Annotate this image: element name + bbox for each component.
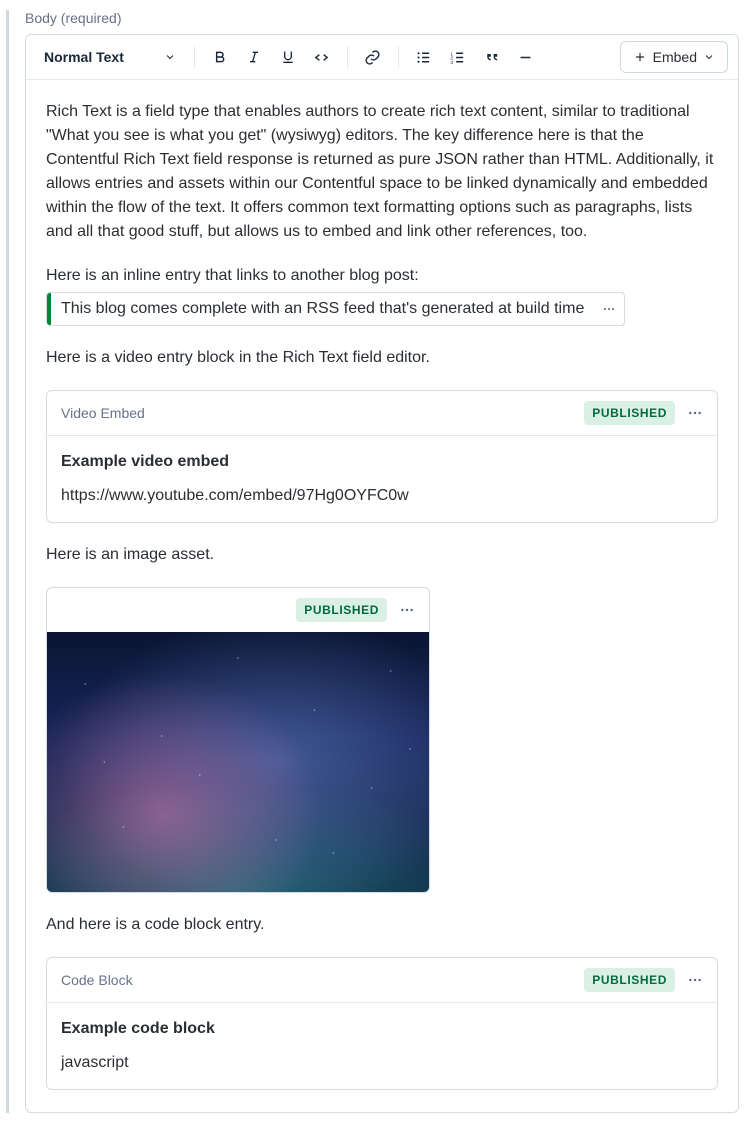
block-actions[interactable] (687, 972, 703, 988)
paragraph[interactable]: Rich Text is a field type that enables a… (46, 100, 718, 244)
image-asset-block[interactable]: PUBLISHED (46, 587, 430, 893)
status-badge: PUBLISHED (584, 968, 675, 992)
ellipsis-icon (687, 405, 703, 421)
block-url: https://www.youtube.com/embed/97Hg0OYFC0… (61, 484, 703, 508)
field-label: Body (required) (25, 10, 739, 26)
paragraph[interactable]: And here is a code block entry. (46, 913, 718, 937)
rich-text-editor: Normal Text (25, 34, 739, 1113)
list-ul-icon (415, 49, 432, 66)
block-type-label: Video Embed (61, 403, 145, 424)
chevron-down-icon (164, 51, 176, 63)
italic-icon (246, 49, 262, 65)
svg-text:3: 3 (451, 59, 454, 65)
paragraph[interactable]: Here is an inline entry that links to an… (46, 264, 718, 288)
ellipsis-icon (687, 972, 703, 988)
video-embed-block[interactable]: Video Embed PUBLISHED Example video embe… (46, 390, 718, 523)
ordered-list-button[interactable]: 123 (443, 42, 473, 72)
inline-entry-actions[interactable] (594, 293, 624, 325)
link-icon (364, 49, 381, 66)
quote-button[interactable] (477, 42, 507, 72)
paragraph[interactable]: Here is a video entry block in the Rich … (46, 346, 718, 370)
ellipsis-icon (602, 302, 616, 316)
ellipsis-icon (399, 602, 415, 618)
link-button[interactable] (358, 42, 388, 72)
asset-image (47, 632, 429, 892)
block-body: Example code block javascript (47, 1003, 717, 1089)
toolbar-separator (194, 46, 195, 68)
hr-button[interactable] (511, 42, 541, 72)
italic-button[interactable] (239, 42, 269, 72)
code-icon (313, 49, 330, 66)
block-header: PUBLISHED (47, 588, 429, 632)
bold-button[interactable] (205, 42, 235, 72)
block-header: Video Embed PUBLISHED (47, 391, 717, 436)
embed-label: Embed (653, 49, 697, 65)
minus-icon (517, 49, 534, 66)
quote-icon (483, 49, 500, 66)
block-header: Code Block PUBLISHED (47, 958, 717, 1003)
inline-entry[interactable]: This blog comes complete with an RSS fee… (46, 292, 625, 326)
paragraph[interactable]: Here is an image asset. (46, 543, 718, 567)
editor-toolbar: Normal Text (26, 35, 738, 80)
block-actions[interactable] (687, 405, 703, 421)
code-button[interactable] (307, 42, 337, 72)
list-ol-icon: 123 (449, 49, 466, 66)
plus-icon (633, 50, 647, 64)
toolbar-separator (347, 46, 348, 68)
text-format-select[interactable]: Normal Text (36, 45, 184, 69)
inline-entry-text: This blog comes complete with an RSS fee… (51, 293, 594, 325)
block-title: Example video embed (61, 450, 703, 474)
field-body: Body (required) Normal Text (6, 10, 739, 1113)
status-badge: PUBLISHED (584, 401, 675, 425)
block-type-label: Code Block (61, 970, 133, 991)
status-badge: PUBLISHED (296, 598, 387, 622)
editor-content[interactable]: Rich Text is a field type that enables a… (26, 80, 738, 1112)
chevron-down-icon (703, 51, 715, 63)
underline-icon (280, 49, 296, 65)
block-body: Example video embed https://www.youtube.… (47, 436, 717, 522)
code-block[interactable]: Code Block PUBLISHED Example code block … (46, 957, 718, 1090)
embed-button[interactable]: Embed (620, 41, 728, 73)
underline-button[interactable] (273, 42, 303, 72)
toolbar-separator (398, 46, 399, 68)
bullet-list-button[interactable] (409, 42, 439, 72)
block-actions[interactable] (399, 602, 415, 618)
block-language: javascript (61, 1051, 703, 1075)
bold-icon (212, 49, 228, 65)
text-format-label: Normal Text (44, 49, 124, 65)
block-title: Example code block (61, 1017, 703, 1041)
